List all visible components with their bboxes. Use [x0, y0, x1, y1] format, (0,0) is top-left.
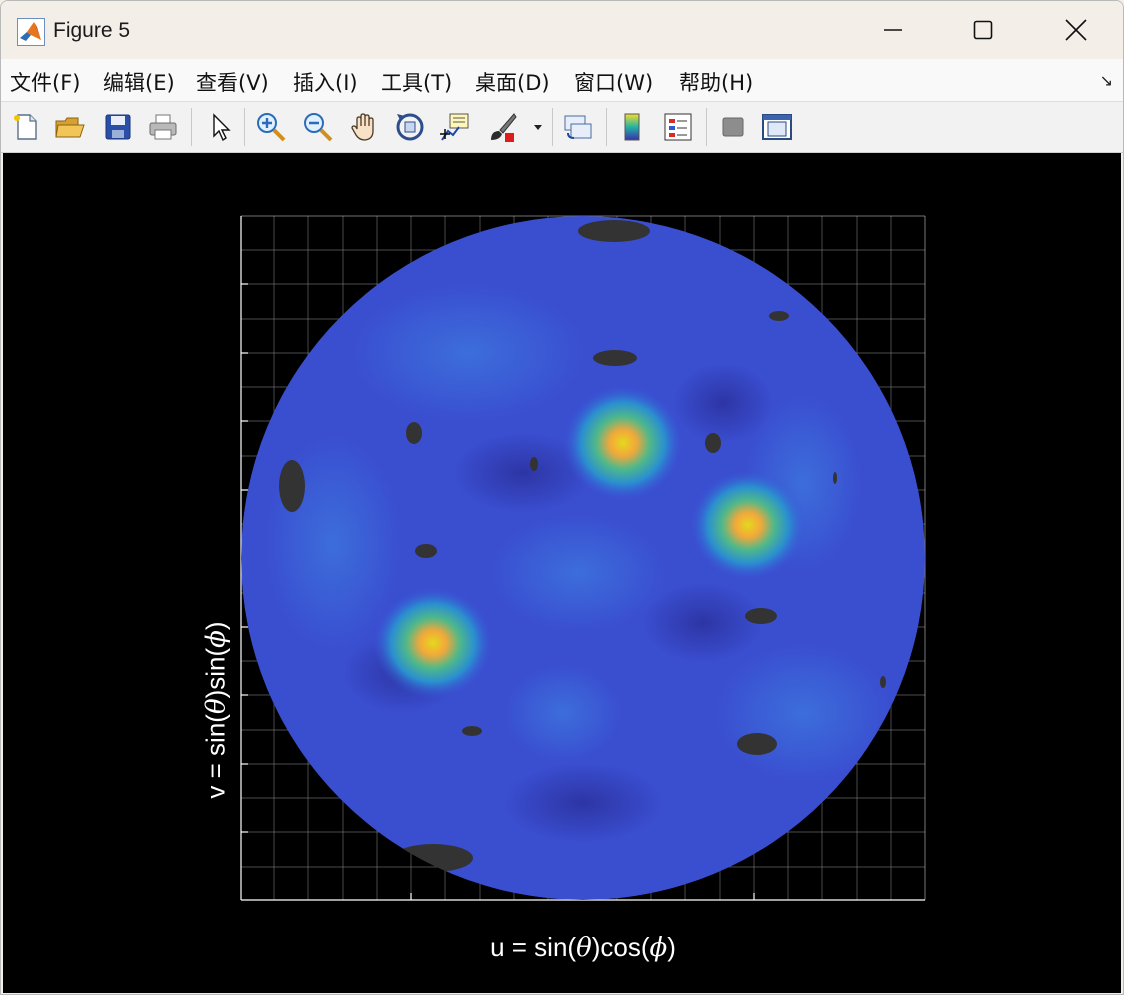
ylabel-suffix: ) [200, 621, 231, 631]
menu-desktop[interactable]: 桌面(D) [475, 67, 550, 97]
xlabel-theta: θ [576, 933, 592, 963]
print-button[interactable] [146, 110, 180, 144]
figure-window: Figure 5 文件(F) 编辑(E) 查看(V) 插入(I) 工具(T) 桌… [0, 0, 1124, 995]
link-plot-button[interactable] [561, 110, 595, 144]
legend-icon [664, 113, 692, 141]
brush-dropdown-icon [534, 125, 542, 130]
new-figure-button[interactable] [9, 110, 43, 144]
data-cursor-icon [440, 113, 469, 141]
ylabel-theta: θ [201, 698, 232, 715]
ylabel-mid: )sin( [200, 647, 231, 699]
xlabel-mid: )cos( [591, 932, 650, 962]
print-icon [149, 114, 177, 140]
x-axis-label: u = sin(θ)cos(ϕ) [490, 932, 676, 963]
pointer-icon [213, 113, 231, 142]
figure-toolbar [1, 102, 1123, 153]
menu-file[interactable]: 文件(F) [10, 67, 80, 97]
zoom-out-button[interactable] [301, 110, 335, 144]
rotate-button[interactable] [393, 110, 427, 144]
data-cursor-button[interactable] [438, 110, 472, 144]
brush-button[interactable] [485, 110, 519, 144]
minimize-button[interactable] [847, 1, 939, 59]
link-plot-icon [564, 115, 592, 139]
xlabel-phi: ϕ [649, 933, 668, 963]
open-folder-icon [55, 117, 85, 138]
pan-hand-icon [351, 113, 374, 141]
menu-edit[interactable]: 编辑(E) [103, 67, 175, 97]
save-icon [105, 114, 131, 140]
xlabel-prefix: u = sin( [490, 932, 577, 962]
show-plot-tools-button[interactable] [760, 110, 794, 144]
zoom-out-icon [304, 113, 333, 142]
colorbar-icon [624, 113, 640, 141]
zoom-in-icon [257, 113, 286, 142]
menu-view[interactable]: 查看(V) [196, 67, 269, 97]
colorbar-button[interactable] [615, 110, 649, 144]
edit-plot-button[interactable] [203, 110, 237, 144]
dock-figure-icon[interactable]: ↘ [1100, 71, 1113, 90]
brush-icon [491, 113, 517, 142]
close-icon [1065, 19, 1087, 41]
brush-dropdown-button[interactable] [527, 110, 549, 144]
title-bar[interactable]: Figure 5 [1, 1, 1123, 59]
ylabel-phi: ϕ [201, 630, 232, 648]
menu-help[interactable]: 帮助(H) [679, 67, 753, 97]
hide-plot-tools-icon [722, 117, 744, 137]
legend-button[interactable] [661, 110, 695, 144]
pan-button[interactable] [348, 110, 382, 144]
menu-bar: 文件(F) 编辑(E) 查看(V) 插入(I) 工具(T) 桌面(D) 窗口(W… [1, 59, 1123, 102]
hide-plot-tools-button[interactable] [716, 110, 750, 144]
y-axis-label: v = sin(θ)sin(ϕ) [201, 621, 232, 798]
menu-insert[interactable]: 插入(I) [293, 67, 358, 97]
menu-tools[interactable]: 工具(T) [381, 67, 452, 97]
menu-window[interactable]: 窗口(W) [574, 67, 653, 97]
maximize-button[interactable] [937, 1, 1029, 59]
axes[interactable] [3, 153, 1121, 993]
ylabel-prefix: v = sin( [200, 714, 231, 799]
maximize-icon [973, 20, 993, 40]
matlab-logo-icon [17, 18, 45, 46]
window-title: Figure 5 [53, 19, 131, 42]
open-button[interactable] [53, 110, 87, 144]
beam-pattern-disk [241, 216, 925, 900]
new-figure-icon [14, 114, 37, 140]
rotate-3d-icon [396, 113, 424, 141]
close-button[interactable] [1030, 1, 1122, 59]
show-plot-tools-icon [762, 114, 792, 140]
save-button[interactable] [101, 110, 135, 144]
figure-canvas: v = sin(θ)sin(ϕ) u = sin(θ)cos(ϕ) [3, 153, 1121, 993]
zoom-in-button[interactable] [254, 110, 288, 144]
xlabel-suffix: ) [667, 932, 676, 962]
minimize-icon [884, 29, 902, 31]
